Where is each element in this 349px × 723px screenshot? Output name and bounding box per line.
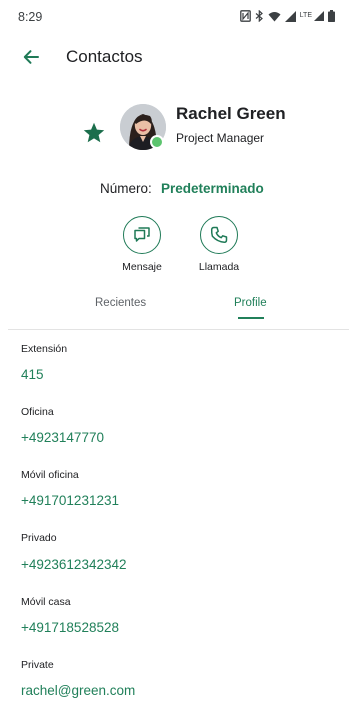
message-label: Mensaje <box>122 261 162 273</box>
field-label: Extensión <box>21 343 68 355</box>
private-email-value[interactable]: rachel@green.com <box>21 683 135 698</box>
contact-role: Project Manager <box>176 131 265 145</box>
field-label: Private <box>21 659 54 671</box>
battery-icon <box>328 10 335 22</box>
bluetooth-icon <box>255 10 263 22</box>
lte-label: LTE <box>299 12 312 19</box>
phone-icon <box>210 226 228 244</box>
app-bar: Contactos <box>0 38 349 78</box>
private-phone-value[interactable]: +4923612342342 <box>21 557 127 572</box>
office-phone-value[interactable]: +4923147770 <box>21 430 104 445</box>
divider <box>8 329 349 330</box>
field-label: Móvil oficina <box>21 469 79 481</box>
call-label: Llamada <box>198 261 240 273</box>
number-selector[interactable]: Predeterminado <box>161 181 264 196</box>
status-bar: 8:29 LTE <box>0 0 349 34</box>
number-label: Número: <box>100 181 152 196</box>
back-arrow-icon[interactable] <box>20 46 42 68</box>
extension-value[interactable]: 415 <box>21 367 44 382</box>
message-button-circle[interactable] <box>123 216 161 254</box>
signal-icon <box>284 10 296 22</box>
office-mobile-value[interactable]: +491701231231 <box>21 493 119 508</box>
field-label: Oficina <box>21 406 54 418</box>
call-button-circle[interactable] <box>200 216 238 254</box>
field-label: Privado <box>21 532 57 544</box>
tab-indicator <box>238 317 264 319</box>
tab-profile[interactable]: Profile <box>234 297 267 309</box>
tab-recientes[interactable]: Recientes <box>95 297 146 309</box>
status-time: 8:29 <box>18 10 43 24</box>
contact-name: Rachel Green <box>176 104 286 123</box>
presence-indicator <box>150 135 164 149</box>
message-icon <box>134 227 150 242</box>
call-button[interactable]: Llamada <box>189 216 249 273</box>
message-button[interactable]: Mensaje <box>112 216 172 273</box>
wifi-icon <box>268 11 281 21</box>
status-icons: LTE <box>239 9 335 23</box>
field-label: Móvil casa <box>21 596 71 608</box>
nfc-icon <box>239 10 251 22</box>
signal-secondary-icon <box>314 11 324 21</box>
page-title: Contactos <box>66 47 143 66</box>
tab-bar: Recientes Profile <box>0 290 349 330</box>
home-mobile-value[interactable]: +491718528528 <box>21 620 119 635</box>
favorite-star-icon[interactable] <box>82 121 106 145</box>
